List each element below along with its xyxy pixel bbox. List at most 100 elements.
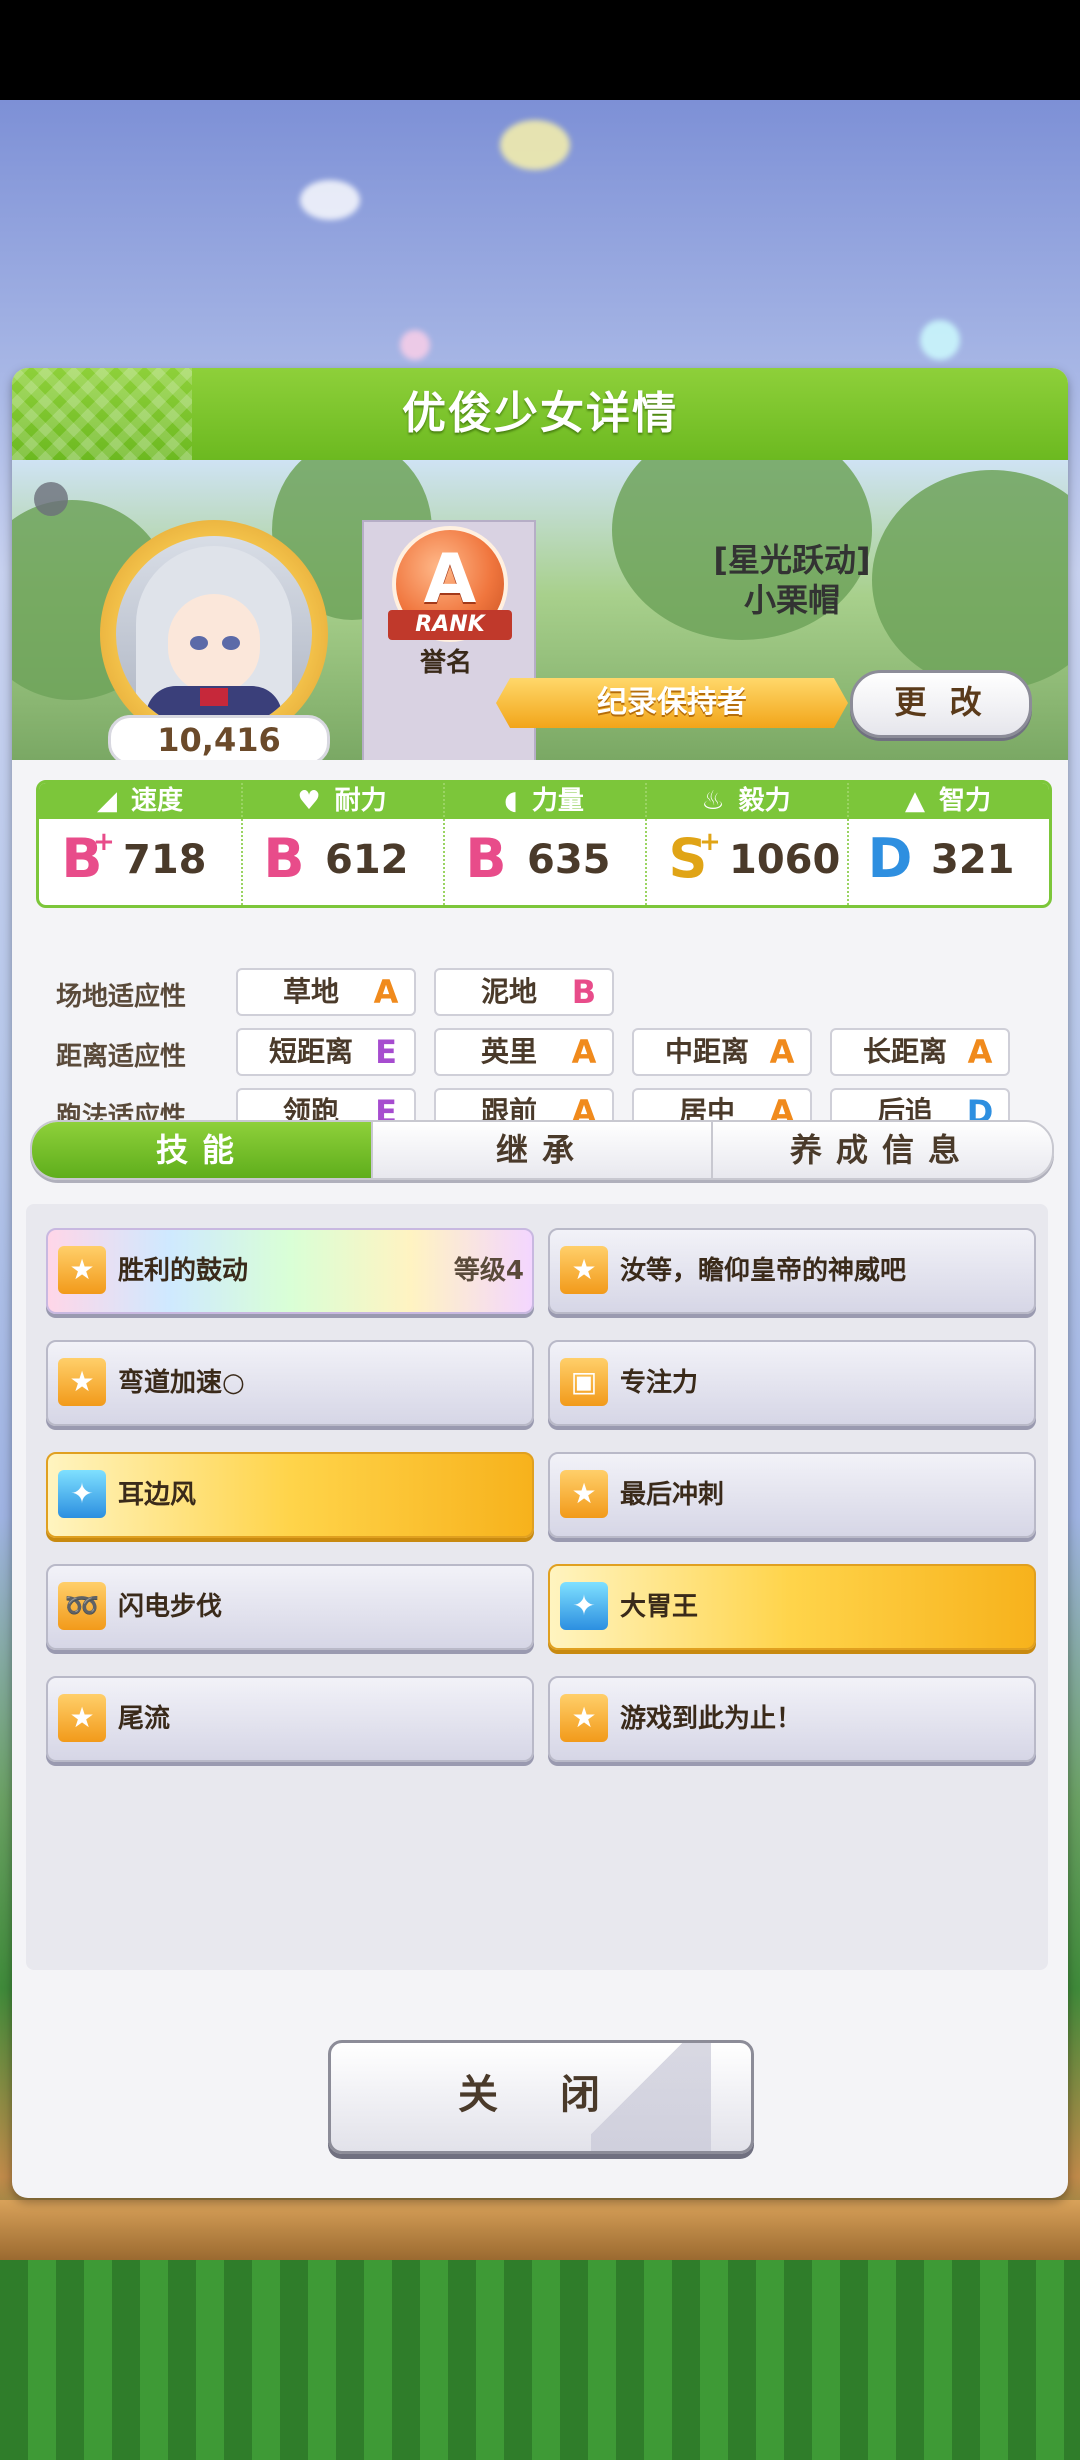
aptitude-name: 短距离 xyxy=(268,1035,353,1068)
skill-name: 闪电步伐 xyxy=(118,1592,223,1622)
panel-header: 优俊少女详情 xyxy=(12,368,1068,460)
stat-header: ▲ 智力 xyxy=(847,783,1049,819)
skill-item[interactable]: ★ 尾流 xyxy=(46,1676,534,1762)
name-line: 小栗帽 xyxy=(743,581,840,619)
stat-label: 耐力 xyxy=(334,786,387,816)
stat-2: ◖ 力量 B 635 xyxy=(443,783,645,905)
skill-item[interactable]: ★ 汝等，瞻仰皇帝的神威吧 xyxy=(548,1228,1036,1314)
aptitude-泥地: 泥地 B xyxy=(434,968,614,1016)
portrait-eye xyxy=(190,636,208,650)
grad-cap-icon: ▲ xyxy=(904,786,925,816)
skill-item[interactable]: ★ 游戏到此为止！ xyxy=(548,1676,1036,1762)
stat-label: 毅力 xyxy=(738,786,791,816)
stat-3: ♨ 毅力 S +1060 xyxy=(645,783,847,905)
stat-4: ▲ 智力 D 321 xyxy=(847,783,1049,905)
tab-bar: 技能 继承 养成信息 xyxy=(30,1120,1054,1180)
close-button[interactable]: 关 闭 xyxy=(328,2040,754,2154)
stat-1: ♥ 耐力 B 612 xyxy=(241,783,443,905)
runner-icon: ★ xyxy=(560,1694,608,1742)
carrot-icon xyxy=(34,482,68,516)
shoe-icon: ◢ xyxy=(96,786,117,816)
skill-item[interactable]: ➿ 闪电步伐 xyxy=(46,1564,534,1650)
skill-name: 弯道加速○ xyxy=(118,1368,245,1398)
skill-name: 胜利的鼓动 xyxy=(118,1256,249,1286)
runner-icon: ★ xyxy=(560,1246,608,1294)
skill-name: 游戏到此为止！ xyxy=(620,1704,803,1734)
aptitude-grade: A xyxy=(967,1033,993,1071)
skill-name: 耳边风 xyxy=(118,1480,197,1510)
runner-icon: ★ xyxy=(58,1694,106,1742)
stat-header: ◖ 力量 xyxy=(443,783,645,819)
skill-item[interactable]: ✦ 耳边风 xyxy=(46,1452,534,1538)
tab-0[interactable]: 技能 xyxy=(32,1122,372,1178)
portrait-face xyxy=(168,594,260,694)
stat-divider xyxy=(241,783,245,905)
stat-divider xyxy=(443,783,447,905)
rank-ribbon: RANK xyxy=(388,610,512,640)
skill-item[interactable]: ▣ 专注力 xyxy=(548,1340,1036,1426)
profile-hero: 10,416 A RANK 誉名 [星光跃动] 小栗帽 纪录保持者 更 改 xyxy=(12,460,1068,760)
sparkle-icon: ✦ xyxy=(58,1470,106,1518)
character-portrait[interactable] xyxy=(116,536,312,732)
rank-caption: 誉名 xyxy=(419,648,472,678)
gate-icon: ▣ xyxy=(560,1358,608,1406)
sparkle-effect xyxy=(400,330,430,360)
skill-name: 尾流 xyxy=(118,1704,171,1734)
stat-value: 612 xyxy=(325,837,409,883)
epithet-line: [星光跃动] xyxy=(713,541,871,579)
stat-grade-plus: + xyxy=(699,827,721,857)
curve-icon: ➿ xyxy=(58,1582,106,1630)
flame-icon: ♨ xyxy=(701,786,725,816)
aptitude-英里: 英里 A xyxy=(434,1028,614,1076)
tab-2[interactable]: 养成信息 xyxy=(712,1122,1052,1178)
stat-grade: B xyxy=(465,827,507,890)
stat-divider xyxy=(645,783,649,905)
stat-label: 速度 xyxy=(130,786,183,816)
rank-badge: A RANK xyxy=(388,526,512,642)
sparkle-effect xyxy=(300,180,360,220)
title-banner: 纪录保持者 xyxy=(496,678,848,728)
stat-label: 智力 xyxy=(938,786,991,816)
skill-item[interactable]: ★ 最后冲刺 xyxy=(548,1452,1036,1538)
stat-value: 1060 xyxy=(729,837,841,883)
stats-table: ◢ 速度 B +718 ♥ 耐力 B 612 ◖ 力量 B 635 ♨ 毅力 S +1060 ▲ 智力 D 321 xyxy=(36,780,1052,908)
aptitude-grade: A xyxy=(373,973,399,1011)
stat-grade: B xyxy=(263,827,305,890)
skill-name: 大胃王 xyxy=(620,1592,699,1622)
stat-value: 321 xyxy=(931,837,1015,883)
evaluation-score: 10,416 xyxy=(108,715,330,760)
sparkle-effect xyxy=(920,320,960,360)
runner-icon: ★ xyxy=(560,1470,608,1518)
stat-0: ◢ 速度 B +718 xyxy=(39,783,241,905)
stat-value: 635 xyxy=(527,837,611,883)
stat-value: 718 xyxy=(123,837,207,883)
aptitude-grade: A xyxy=(769,1033,795,1071)
panel-title: 优俊少女详情 xyxy=(402,388,678,439)
aptitude-grade: B xyxy=(571,973,597,1011)
aptitude-草地: 草地 A xyxy=(236,968,416,1016)
tab-1[interactable]: 继承 xyxy=(372,1122,712,1178)
button-shine xyxy=(591,2043,711,2151)
sparkle-effect xyxy=(500,120,570,170)
skill-level: 等级4 xyxy=(453,1256,524,1286)
aptitude-name: 长距离 xyxy=(862,1035,947,1068)
stat-divider xyxy=(847,783,851,905)
runner-icon: ★ xyxy=(58,1358,106,1406)
change-title-button[interactable]: 更 改 xyxy=(850,670,1032,738)
stat-label: 力量 xyxy=(531,786,584,816)
aptitude-短距离: 短距离 E xyxy=(236,1028,416,1076)
skill-item[interactable]: ✦ 大胃王 xyxy=(548,1564,1036,1650)
aptitude-name: 中距离 xyxy=(664,1035,749,1068)
skill-item[interactable]: ★ 弯道加速○ xyxy=(46,1340,534,1426)
status-bar xyxy=(0,0,1080,100)
runner-icon: ★ xyxy=(58,1246,106,1294)
aptitude-name: 泥地 xyxy=(480,975,537,1008)
sparkle-icon: ✦ xyxy=(560,1582,608,1630)
stat-grade-plus: + xyxy=(93,827,115,857)
skill-name: 专注力 xyxy=(620,1368,699,1398)
muscle-icon: ◖ xyxy=(504,786,518,816)
skill-name: 汝等，瞻仰皇帝的神威吧 xyxy=(620,1256,907,1286)
aptitude-label: 场地适应性 xyxy=(56,982,187,1012)
aptitude-name: 英里 xyxy=(480,1035,537,1068)
skill-item[interactable]: ★ 胜利的鼓动 等级4 xyxy=(46,1228,534,1314)
